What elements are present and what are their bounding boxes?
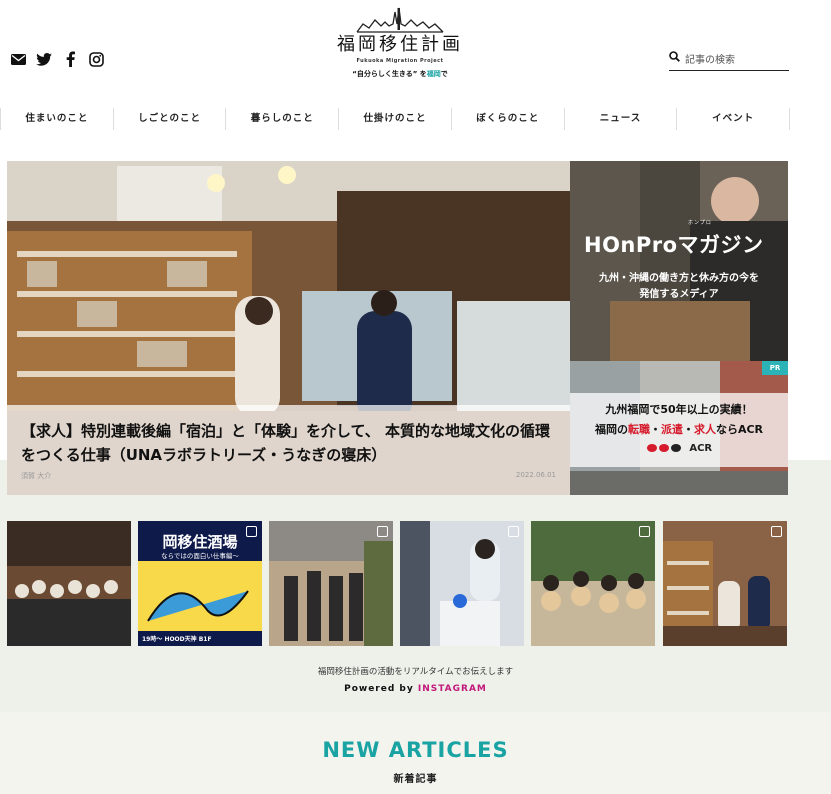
instagram-tile[interactable]: 岡移住酒場 ならではの面白い仕事編〜 19時〜 HOOD天神 B1F	[138, 521, 262, 646]
social-links	[10, 51, 104, 67]
honpro-description: 九州・沖縄の働き方と休み方の今を 発信するメディア	[570, 271, 788, 303]
acr-kw-transfer: 転職	[627, 423, 650, 436]
facebook-icon[interactable]	[62, 51, 78, 67]
acr-sep1: ・	[649, 423, 661, 436]
acr-sep2: ・	[682, 423, 694, 436]
acr-subline: 福岡の転職・派遣・求人ならACR	[570, 421, 788, 437]
multi-image-icon	[508, 526, 519, 537]
nav-item-events[interactable]: イベント	[676, 108, 791, 130]
multi-image-icon	[246, 526, 257, 537]
multi-image-icon	[771, 526, 782, 537]
honpro-logo: HOnProマガジン	[584, 233, 764, 257]
pr-badge: PR	[762, 361, 788, 375]
tagline-pre: “自分らしく生きる” を	[352, 70, 427, 78]
instagram-icon[interactable]	[88, 51, 104, 67]
instagram-tile[interactable]	[531, 521, 655, 646]
search-icon	[669, 51, 680, 62]
tagline-post: で	[440, 70, 448, 78]
section-subtitle: 新着記事	[393, 774, 438, 785]
nav-item-news[interactable]: ニュース	[563, 108, 677, 130]
acr-banner[interactable]: PR 九州福岡で50年以上の実績！ 福岡の転職・派遣・求人ならACR ACR	[570, 361, 788, 495]
site-logo[interactable]: 福岡移住計画 Fukuoka Migration Project “自分らしく生…	[330, 4, 470, 79]
logo-tagline: “自分らしく生きる” を福岡で	[330, 69, 470, 79]
instagram-powered-by: Powered by INSTAGRAM	[0, 684, 831, 694]
acr-subline-pre: 福岡の	[594, 423, 628, 436]
logo-title: 福岡移住計画	[337, 34, 463, 55]
instagram-link[interactable]: INSTAGRAM	[418, 684, 487, 694]
hero-meta: 須賀 大介 2022.06.01	[21, 471, 556, 481]
instagram-tile[interactable]	[269, 521, 393, 646]
instagram-caption: 福岡移住計画の活動をリアルタイムでお伝えします	[317, 667, 514, 677]
search-placeholder: 記事の検索	[685, 55, 735, 66]
hero-date: 2022.06.01	[515, 471, 556, 479]
logo-subtitle-en: Fukuoka Migration Project	[356, 58, 444, 64]
hero-article[interactable]: 【求人】特別連載後編「宿泊」と「体験」を介して、 本質的な地域文化の循環をつくる…	[7, 161, 570, 495]
hero-author: 須賀 大介	[21, 472, 52, 480]
nav-item-housing[interactable]: 住まいのこと	[0, 108, 113, 130]
nav-item-living[interactable]: 暮らしのこと	[225, 108, 338, 130]
search-input[interactable]: 記事の検索	[669, 51, 789, 71]
tile-event-title: 岡移住酒場	[162, 533, 238, 551]
main-nav: 住まいのこと しごとのこと 暮らしのこと 仕掛けのこと ぼくらのこと ニュース …	[0, 108, 791, 130]
honpro-line1: 九州・沖縄の働き方と休み方の今を	[599, 273, 759, 284]
acr-brand-text: ACR	[689, 443, 713, 454]
instagram-tile[interactable]	[400, 521, 524, 646]
honpro-banner-photo	[570, 161, 788, 361]
instagram-feed: 岡移住酒場 ならではの面白い仕事編〜 19時〜 HOOD天神 B1F	[7, 521, 788, 646]
mail-icon[interactable]	[10, 51, 26, 67]
instagram-tile[interactable]	[663, 521, 787, 646]
acr-headline: 九州福岡で50年以上の実績！	[605, 403, 753, 416]
tile-event-time: 19時〜 HOOD天神 B1F	[142, 636, 212, 643]
twitter-icon[interactable]	[36, 51, 52, 67]
acr-kw-dispatch: 派遣	[660, 423, 683, 436]
honpro-line2: 発信するメディア	[639, 289, 719, 300]
tile-event-subtitle: ならではの面白い仕事編〜	[161, 552, 239, 560]
section-title: NEW ARTICLES	[322, 738, 509, 762]
hero-title[interactable]: 【求人】特別連載後編「宿泊」と「体験」を介して、 本質的な地域文化の循環をつくる…	[21, 419, 556, 467]
multi-image-icon	[639, 526, 650, 537]
nav-item-work[interactable]: しごとのこと	[112, 108, 226, 130]
tagline-highlight: 福岡	[426, 70, 441, 78]
acr-logo-icon	[646, 444, 681, 452]
multi-image-icon	[377, 526, 388, 537]
acr-subline-post: ならACR	[715, 423, 764, 436]
nav-item-about[interactable]: ぼくらのこと	[450, 108, 564, 130]
acr-kw-jobs: 求人	[693, 423, 716, 436]
acr-brand: ACR	[570, 443, 788, 454]
instagram-tile[interactable]	[7, 521, 131, 646]
honpro-ruby: ホンプロ	[688, 220, 712, 226]
honpro-banner[interactable]: ホンプロ HOnProマガジン 九州・沖縄の働き方と休み方の今を 発信するメディ…	[570, 161, 788, 361]
site-header: 福岡移住計画 Fukuoka Migration Project “自分らしく生…	[0, 0, 831, 100]
hero-caption: 【求人】特別連載後編「宿泊」と「体験」を介して、 本質的な地域文化の循環をつくる…	[7, 405, 570, 495]
nav-item-projects[interactable]: 仕掛けのこと	[338, 108, 451, 130]
skyline-logo-icon	[356, 7, 444, 33]
powered-by-label: Powered by	[344, 684, 418, 694]
